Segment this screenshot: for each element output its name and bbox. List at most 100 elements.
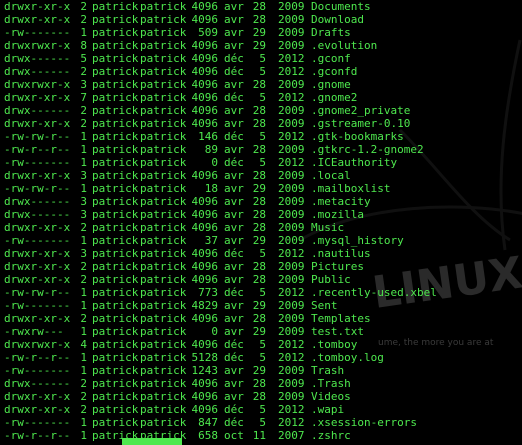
listing-row: -rw------- 1 patrick patrick 1243 avr 29 2009 Tr…	[4, 364, 522, 377]
listing-year: 2009	[278, 260, 305, 273]
listing-row: -rw-r--r-- 1 patrick patrick 5128 déc 5 2012 .to…	[4, 351, 522, 364]
listing-size: 0	[211, 156, 218, 169]
listing-perm: -rwxrw---	[4, 325, 64, 338]
listing-year: 2009	[278, 13, 305, 26]
listing-name: test.txt	[311, 325, 364, 338]
listing-name: .tomboy	[311, 338, 358, 351]
listing-group: patrick	[140, 312, 187, 325]
listing-group: patrick	[140, 65, 187, 78]
listing-owner: patrick	[92, 325, 139, 338]
listing-row: drwx------ 3 patrick patrick 4096 avr 28 2009 .m…	[4, 195, 522, 208]
listing-day: 29	[252, 39, 266, 52]
listing-row: drwxrwxr-x 8 patrick patrick 4096 avr 29 2009 .e…	[4, 39, 522, 52]
listing-perm: -rw-------	[4, 364, 71, 377]
listing-row: drwxr-xr-x 2 patrick patrick 4096 avr 28 2009 Te…	[4, 312, 522, 325]
listing-month: avr	[224, 299, 244, 312]
listing-year: 2009	[278, 169, 305, 182]
listing-perm: drwxr-xr-x	[4, 312, 71, 325]
listing-owner: patrick	[92, 403, 139, 416]
listing-year: 2009	[278, 364, 305, 377]
listing-size: 4096	[191, 208, 219, 221]
listing-year: 2009	[278, 325, 305, 338]
listing-group: patrick	[140, 39, 187, 52]
listing-links: 3	[80, 208, 87, 221]
listing-name: .tomboy.log	[311, 351, 384, 364]
terminal-output[interactable]: drwxr-xr-x 2 patrick patrick 4096 avr 28 2009 Do…	[0, 0, 522, 445]
listing-perm: drwx------	[4, 52, 71, 65]
listing-row: -rw-rw-r-- 1 patrick patrick 773 déc 5 2012 .rec…	[4, 286, 522, 299]
listing-year: 2012	[278, 130, 305, 143]
listing-month: déc	[224, 338, 244, 351]
listing-day: 28	[252, 195, 266, 208]
listing-size: 146	[198, 130, 218, 143]
listing-day: 28	[252, 377, 266, 390]
listing-links: 1	[80, 156, 87, 169]
listing-size: 4096	[191, 169, 219, 182]
listing-group: patrick	[140, 143, 187, 156]
listing-row: -rw------- 1 patrick patrick 847 déc 5 2012 .xse…	[4, 416, 522, 429]
listing-year: 2009	[278, 26, 305, 39]
listing-day: 29	[252, 364, 266, 377]
listing-day: 11	[252, 429, 266, 442]
listing-month: avr	[224, 13, 244, 26]
listing-size: 847	[198, 416, 218, 429]
listing-links: 1	[80, 325, 87, 338]
listing-year: 2009	[278, 78, 305, 91]
listing-links: 1	[80, 364, 87, 377]
listing-row: -rw-r--r-- 1 patrick patrick 89 avr 28 2009 .gtk…	[4, 143, 522, 156]
listing-month: avr	[224, 104, 244, 117]
listing-size: 4096	[191, 117, 219, 130]
listing-name: Documents	[311, 0, 371, 13]
listing-month: avr	[224, 39, 244, 52]
listing-name: Music	[311, 221, 345, 234]
listing-day: 29	[252, 234, 266, 247]
listing-row: drwx------ 2 patrick patrick 4096 déc 5 2012 .gc…	[4, 65, 522, 78]
listing-name: Drafts	[311, 26, 351, 39]
listing-day: 28	[252, 208, 266, 221]
listing-month: déc	[224, 130, 244, 143]
listing-links: 1	[80, 299, 87, 312]
listing-size: 4829	[191, 299, 219, 312]
listing-group: patrick	[140, 208, 187, 221]
listing-name: .metacity	[311, 195, 371, 208]
listing-group: patrick	[140, 104, 187, 117]
listing-links: 1	[80, 182, 87, 195]
listing-owner: patrick	[92, 143, 139, 156]
listing-group: patrick	[140, 78, 187, 91]
listing-row: -rw------- 1 patrick patrick 509 avr 29 2009 Dra…	[4, 26, 522, 39]
listing-links: 3	[80, 247, 87, 260]
listing-perm: -rw-------	[4, 156, 71, 169]
listing-day: 29	[252, 182, 266, 195]
listing-year: 2009	[278, 182, 305, 195]
listing-owner: patrick	[92, 416, 139, 429]
listing-name: Templates	[311, 312, 371, 325]
listing-links: 1	[80, 429, 87, 442]
listing-day: 28	[252, 312, 266, 325]
listing-owner: patrick	[92, 52, 139, 65]
listing-perm: drwxr-xr-x	[4, 0, 71, 13]
listing-day: 28	[252, 0, 266, 13]
listing-size: 4096	[191, 312, 219, 325]
listing-owner: patrick	[92, 299, 139, 312]
listing-group: patrick	[140, 13, 187, 26]
listing-size: 4096	[191, 273, 219, 286]
listing-year: 2009	[278, 195, 305, 208]
listing-month: avr	[224, 221, 244, 234]
listing-month: déc	[224, 156, 244, 169]
listing-day: 5	[259, 416, 266, 429]
listing-group: patrick	[140, 338, 187, 351]
listing-owner: patrick	[92, 26, 139, 39]
listing-year: 2009	[278, 377, 305, 390]
listing-month: oct	[224, 429, 244, 442]
listing-group: patrick	[140, 117, 187, 130]
listing-links: 4	[80, 338, 87, 351]
listing-day: 5	[259, 130, 266, 143]
listing-group: patrick	[140, 247, 187, 260]
listing-day: 28	[252, 78, 266, 91]
listing-name: .gstreamer-0.10	[311, 117, 411, 130]
listing-row: drwxr-xr-x 2 patrick patrick 4096 avr 28 2009 Do…	[4, 13, 522, 26]
listing-size: 4096	[191, 104, 219, 117]
listing-links: 2	[80, 273, 87, 286]
listing-size: 658	[198, 429, 218, 442]
listing-day: 28	[252, 390, 266, 403]
